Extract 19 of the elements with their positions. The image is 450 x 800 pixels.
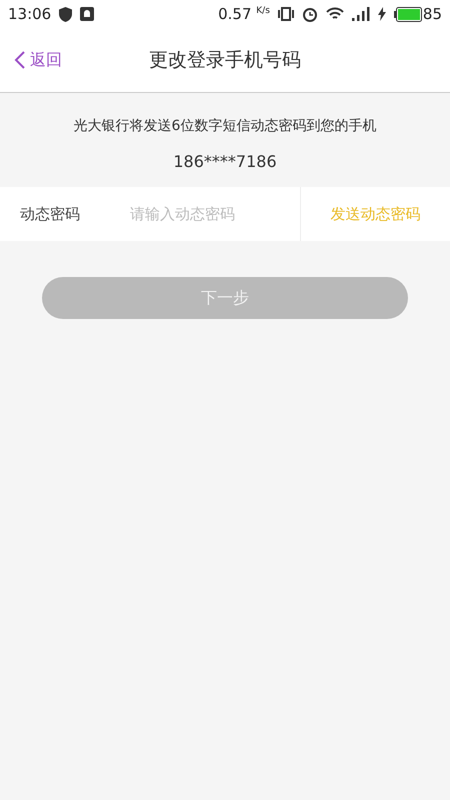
battery-percent: 85 <box>422 5 442 23</box>
notification-icon <box>80 7 94 21</box>
back-chevron-icon[interactable] <box>14 50 26 70</box>
network-speed: 0.57 $^{K/s}$ <box>218 5 270 23</box>
field-label: 动态密码 <box>0 187 130 241</box>
send-code-button[interactable]: 发送动态密码 <box>300 187 450 241</box>
charging-icon <box>378 7 386 21</box>
alarm-icon <box>302 6 318 22</box>
signal-icon <box>352 7 370 21</box>
sms-notice: 光大银行将发送6位数字短信动态密码到您的手机 <box>72 117 378 135</box>
shield-icon <box>59 6 72 22</box>
wifi-icon <box>326 7 344 21</box>
page-title: 更改登录手机号码 <box>149 48 301 73</box>
phone-number: 186****7186 <box>172 152 278 171</box>
back-button[interactable]: 返回 <box>14 28 62 92</box>
vibrate-icon <box>278 7 294 21</box>
battery-icon <box>394 6 422 22</box>
status-time: 13:06 <box>8 5 52 23</box>
code-input-field[interactable]: 请输入动态密码 <box>130 187 300 241</box>
